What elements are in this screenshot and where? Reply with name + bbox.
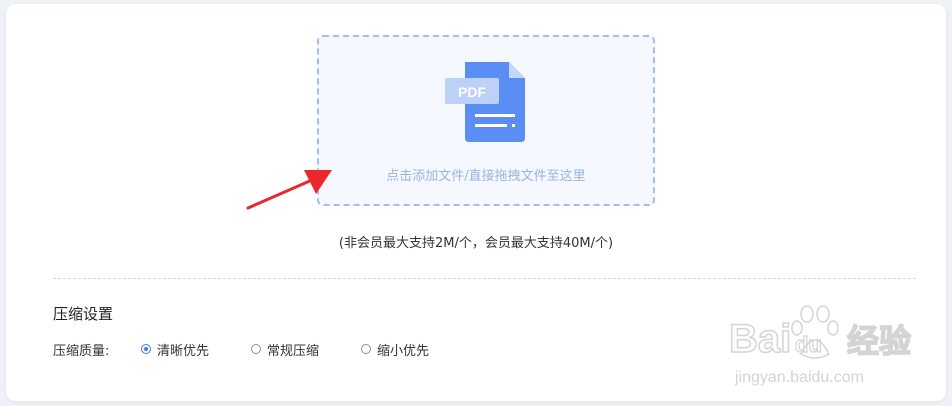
- quality-row: 压缩质量: 清晰优先 常规压缩 缩小优先: [53, 339, 471, 359]
- file-dropzone[interactable]: PDF 点击添加文件/直接拖拽文件至这里: [317, 35, 655, 206]
- radio-smaller-first[interactable]: 缩小优先: [361, 340, 429, 359]
- watermark-brand-cn: 经验: [847, 322, 911, 360]
- section-divider: [53, 278, 916, 279]
- radio-label: 常规压缩: [267, 343, 320, 359]
- pdf-file-icon: PDF: [445, 62, 525, 142]
- pdf-badge-text: PDF: [458, 84, 486, 100]
- radio-label: 清晰优先: [157, 343, 210, 359]
- radio-button[interactable]: [361, 344, 372, 354]
- radio-button[interactable]: [141, 344, 151, 354]
- baidu-jingyan-watermark-logo: Bai du 经验 jingyan.baidu.com: [729, 305, 912, 386]
- annotation-arrow-icon: [246, 170, 332, 210]
- watermark-brand-left: Bai: [729, 317, 791, 361]
- radio-clarity-first[interactable]: 清晰优先: [141, 340, 209, 359]
- radio-label: 缩小优先: [377, 343, 430, 359]
- watermark-url: jingyan.baidu.com: [734, 369, 864, 386]
- size-limit-note: (非会员最大支持2M/个，会员最大支持40M/个): [338, 236, 614, 251]
- radio-button[interactable]: [251, 344, 262, 354]
- compress-card: PDF 点击添加文件/直接拖拽文件至这里 (非会员最大支持2M/个，会员最大支持…: [6, 4, 946, 401]
- settings-title: 压缩设置: [53, 305, 114, 323]
- quality-label: 压缩质量:: [53, 343, 110, 359]
- watermark-brand-right: du: [795, 332, 822, 357]
- dropzone-hint: 点击添加文件/直接拖拽文件至这里: [386, 169, 586, 184]
- radio-normal-compress[interactable]: 常规压缩: [251, 340, 319, 359]
